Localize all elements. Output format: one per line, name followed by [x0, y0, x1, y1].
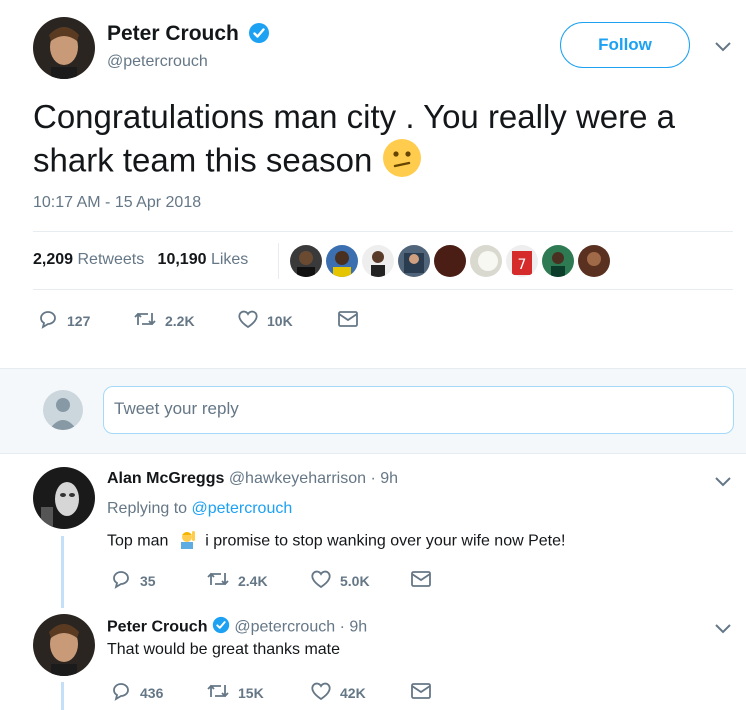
message-icon — [410, 682, 432, 703]
reply-actions: 436 15K 42K — [110, 680, 432, 705]
reply-header: Peter Crouch @petercrouch · 9h — [107, 616, 367, 639]
verified-icon — [248, 22, 270, 49]
thread-line — [61, 682, 64, 710]
divider — [33, 231, 733, 232]
liker-avatar[interactable] — [290, 245, 322, 277]
follow-button[interactable]: Follow — [560, 22, 690, 68]
reply-author-avatar[interactable] — [33, 614, 95, 676]
message-button[interactable] — [337, 310, 359, 331]
liker-avatar[interactable] — [578, 245, 610, 277]
reply-icon — [110, 680, 132, 705]
tweet-timestamp[interactable]: 10:17 AM - 15 Apr 2018 — [33, 194, 201, 212]
svg-text:7: 7 — [518, 257, 527, 273]
author-name[interactable]: Peter Crouch — [107, 22, 239, 46]
retweets-label[interactable]: Retweets — [78, 251, 145, 268]
liker-avatar[interactable] — [362, 245, 394, 277]
liker-avatars: 7 — [290, 245, 610, 277]
tweet-text: Congratulations man city . You really we… — [33, 96, 723, 188]
retweet-icon — [206, 681, 230, 704]
reply-author-handle[interactable]: @petercrouch — [234, 619, 335, 636]
likes-count[interactable]: 10,190 — [158, 251, 207, 268]
stats-separator — [278, 243, 279, 279]
retweet-icon — [133, 309, 157, 332]
reply-icon — [37, 308, 59, 333]
like-icon — [310, 569, 332, 592]
default-avatar-icon — [43, 390, 83, 430]
tweet-actions: 127 2.2K 10K — [37, 308, 359, 333]
reply-count: 436 — [140, 684, 164, 701]
retweet-button[interactable]: 2.4K — [206, 569, 310, 592]
liker-avatar[interactable] — [542, 245, 574, 277]
reply-time[interactable]: · 9h — [340, 619, 368, 636]
liker-avatar[interactable]: 7 — [506, 245, 538, 277]
reply-author-name[interactable]: Alan McGreggs — [107, 470, 224, 487]
thread-line — [61, 536, 64, 608]
reply-author-handle[interactable]: @hawkeyeharrison — [229, 470, 366, 487]
reply-button[interactable]: 35 — [110, 568, 206, 593]
liker-avatar[interactable] — [326, 245, 358, 277]
message-button[interactable] — [410, 570, 432, 591]
tweet-stats: 2,209 Retweets 10,190 Likes — [33, 251, 248, 269]
reply-text: Top man i promise to stop wanking over y… — [107, 529, 565, 554]
reply-icon — [110, 568, 132, 593]
chevron-down-icon[interactable] — [714, 40, 732, 58]
retweet-count: 2.4K — [238, 572, 268, 589]
author-handle[interactable]: @petercrouch — [107, 53, 208, 71]
replying-to-handle[interactable]: @petercrouch — [192, 500, 293, 517]
like-icon — [237, 309, 259, 332]
replying-to-label: Replying to — [107, 500, 188, 517]
tweet-text-content: Congratulations man city . You really we… — [33, 98, 676, 179]
divider — [33, 289, 733, 290]
message-icon — [337, 310, 359, 331]
reply-button[interactable]: 436 — [110, 680, 206, 705]
like-icon — [310, 681, 332, 704]
author-avatar[interactable] — [33, 17, 95, 79]
reply-count: 35 — [140, 572, 156, 589]
verified-icon — [212, 616, 230, 639]
reply-input[interactable]: Tweet your reply — [103, 386, 734, 434]
retweet-button[interactable]: 15K — [206, 681, 310, 704]
like-count: 10K — [267, 312, 293, 329]
retweet-count: 2.2K — [165, 312, 195, 329]
reply-count: 127 — [67, 312, 91, 329]
liker-avatar[interactable] — [434, 245, 466, 277]
reply-text-end: i promise to stop wanking over your wife… — [205, 532, 566, 550]
reply-actions: 35 2.4K 5.0K — [110, 568, 432, 593]
reply-text-start: Top man — [107, 532, 169, 550]
like-button[interactable]: 10K — [237, 309, 337, 332]
like-count: 42K — [340, 684, 366, 701]
message-icon — [410, 570, 432, 591]
retweet-icon — [206, 569, 230, 592]
message-button[interactable] — [410, 682, 432, 703]
chevron-down-icon[interactable] — [714, 475, 732, 493]
retweet-button[interactable]: 2.2K — [133, 309, 237, 332]
like-count: 5.0K — [340, 572, 370, 589]
retweets-count[interactable]: 2,209 — [33, 251, 73, 268]
chevron-down-icon[interactable] — [714, 622, 732, 640]
reply-author-name[interactable]: Peter Crouch — [107, 619, 207, 636]
raising-hand-emoji — [177, 529, 197, 554]
reply-author-avatar[interactable] — [33, 467, 95, 529]
retweet-count: 15K — [238, 684, 264, 701]
like-button[interactable]: 5.0K — [310, 569, 410, 592]
liker-avatar[interactable] — [470, 245, 502, 277]
reply-button[interactable]: 127 — [37, 308, 133, 333]
likes-label[interactable]: Likes — [211, 251, 248, 268]
replying-to: Replying to @petercrouch — [107, 500, 292, 518]
reply-time[interactable]: · 9h — [370, 470, 398, 487]
reply-text: That would be great thanks mate — [107, 641, 341, 658]
liker-avatar[interactable] — [398, 245, 430, 277]
reply-header: Alan McGreggs @hawkeyeharrison · 9h — [107, 470, 398, 488]
like-button[interactable]: 42K — [310, 681, 410, 704]
confused-face-emoji — [382, 138, 422, 188]
